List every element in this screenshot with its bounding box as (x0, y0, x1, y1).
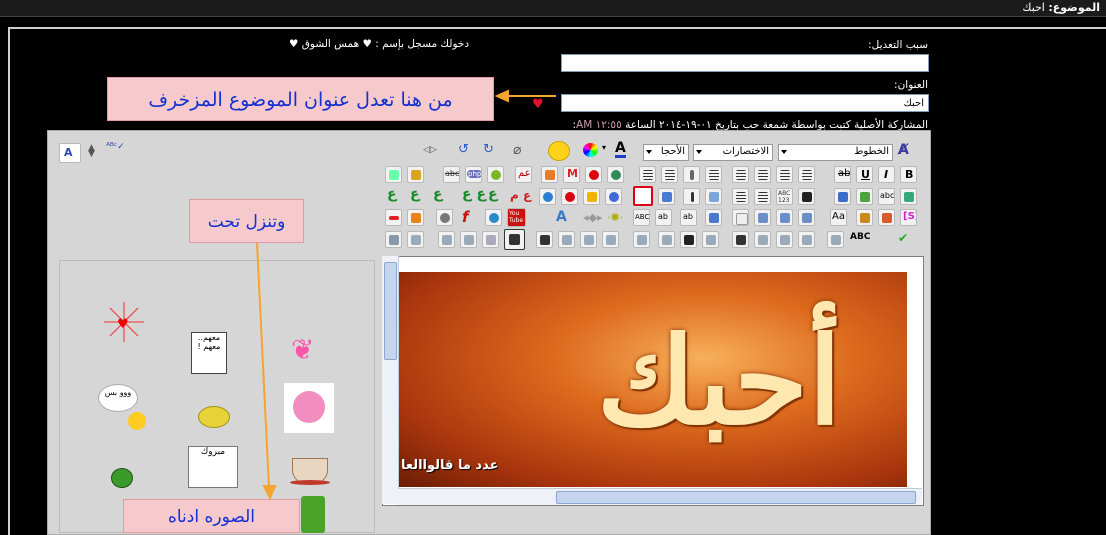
annotation-arrows (256, 89, 556, 501)
scroll-arrow (256, 242, 270, 489)
title-arrowhead (494, 89, 509, 103)
scroll-arrowhead (262, 485, 277, 501)
